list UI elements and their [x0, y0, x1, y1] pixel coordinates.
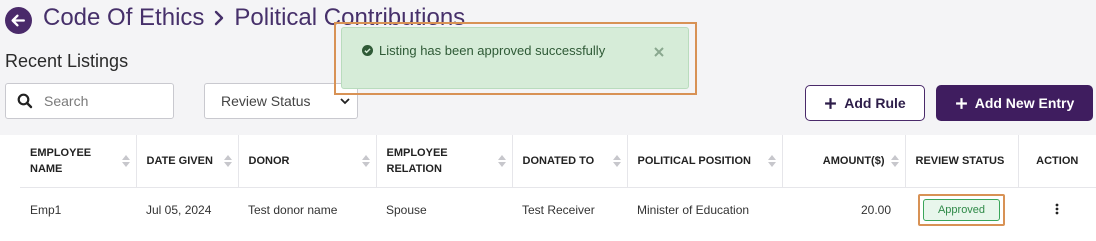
chevron-down-icon: [340, 98, 350, 105]
search-input[interactable]: [44, 93, 154, 109]
sort-icon[interactable]: [612, 154, 621, 167]
column-header-amount[interactable]: Amount($): [782, 135, 906, 188]
cell-employee-name: Emp1: [30, 203, 62, 218]
cell-employee-relation: Spouse: [386, 203, 427, 218]
check-circle-icon: [362, 45, 373, 56]
column-header-employee-relation[interactable]: Employee Relation: [376, 135, 513, 188]
section-title: Recent Listings: [5, 51, 129, 71]
search-icon: [17, 93, 33, 109]
cell-amount: 20.00: [860, 203, 891, 218]
cell-donor: Test donor name: [248, 203, 338, 218]
search-box: [5, 83, 174, 119]
add-rule-button[interactable]: Add Rule: [805, 85, 925, 121]
kebab-menu-icon[interactable]: [1055, 203, 1059, 218]
plus-icon: [955, 97, 967, 109]
add-new-entry-label: Add New Entry: [974, 95, 1075, 111]
toast-message: Listing has been approved successfully: [362, 43, 605, 58]
chevron-right-icon: [213, 10, 225, 26]
sort-icon[interactable]: [223, 154, 232, 167]
breadcrumb-parent[interactable]: Code Of Ethics: [43, 4, 204, 32]
column-header-employee-name[interactable]: Employee Name: [20, 135, 137, 188]
cell-action: [1018, 187, 1096, 233]
close-icon[interactable]: [653, 45, 665, 63]
sort-icon[interactable]: [361, 154, 370, 167]
column-header-donor[interactable]: Donor: [238, 135, 377, 188]
sort-icon[interactable]: [767, 154, 776, 167]
sort-icon[interactable]: [890, 154, 899, 167]
success-toast: Listing has been approved successfully: [341, 27, 689, 89]
sort-icon[interactable]: [497, 154, 506, 167]
select-value: Review Status: [221, 93, 311, 109]
cell-political-position: Minister of Education: [637, 203, 750, 218]
status-badge: Approved: [922, 199, 1001, 222]
listings-table: Employee Name Date Given Donor Employee …: [0, 135, 1096, 241]
back-arrow-icon: [11, 14, 25, 27]
column-header-donated-to[interactable]: Donated To: [512, 135, 628, 188]
column-header-action: Action: [1018, 135, 1096, 188]
add-rule-label: Add Rule: [844, 95, 906, 111]
plus-icon: [825, 97, 837, 109]
back-button[interactable]: [5, 7, 32, 34]
cell-review-status: Approved: [905, 187, 1018, 233]
cell-donated-to: Test Receiver: [522, 203, 595, 218]
column-header-review-status[interactable]: Review Status: [905, 135, 1019, 188]
column-header-date-given[interactable]: Date Given: [136, 135, 239, 188]
table-row[interactable]: Emp1 Jul 05, 2024 Test donor name Spouse…: [20, 187, 1096, 233]
column-header-political-position[interactable]: Political Position: [627, 135, 783, 188]
add-new-entry-button[interactable]: Add New Entry: [936, 85, 1093, 121]
sort-icon[interactable]: [121, 154, 130, 167]
table-header-row: Employee Name Date Given Donor Employee …: [20, 135, 1096, 188]
cell-date-given: Jul 05, 2024: [146, 203, 212, 218]
